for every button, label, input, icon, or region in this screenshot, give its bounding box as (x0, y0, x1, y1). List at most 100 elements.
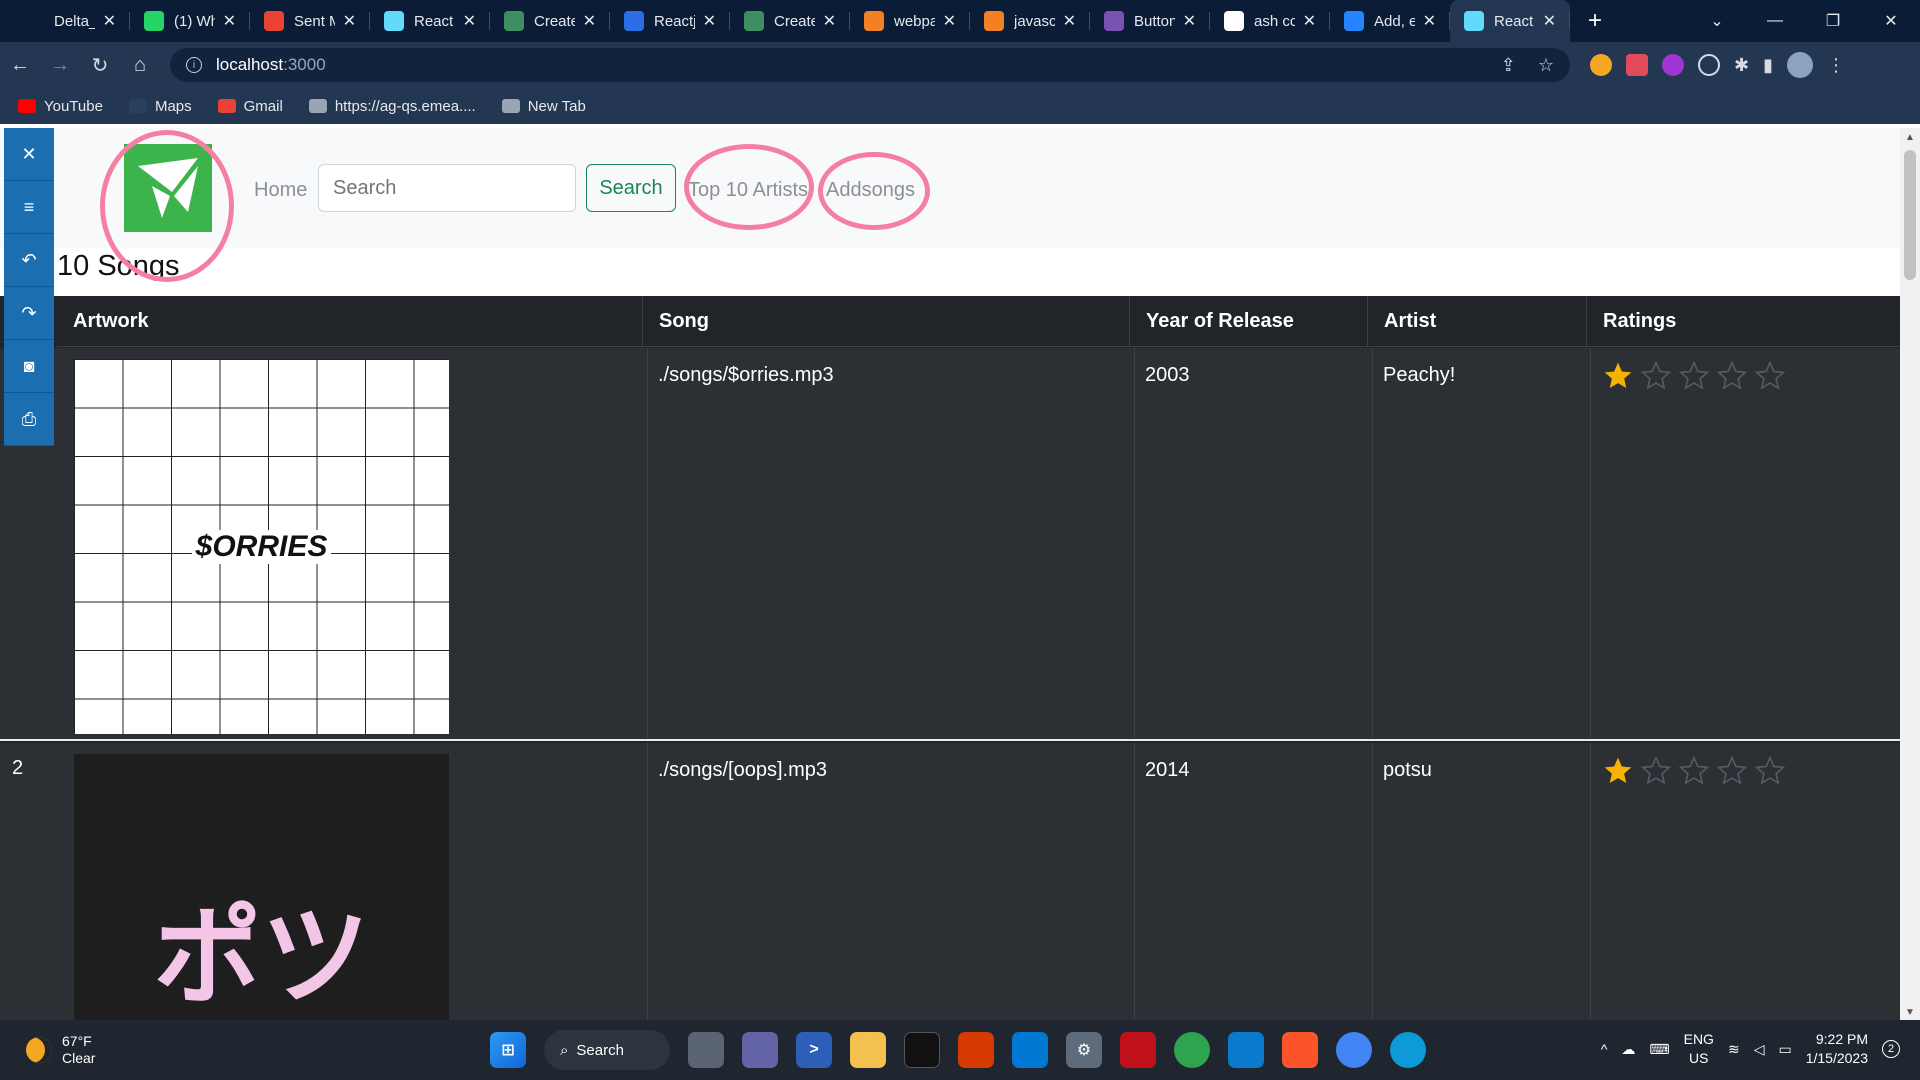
edge-icon[interactable] (1390, 1032, 1426, 1068)
browser-tab[interactable]: Reactj ✕ (610, 0, 730, 42)
close-icon[interactable]: ✕ (1862, 11, 1920, 31)
scrollbar-thumb[interactable] (1904, 150, 1916, 280)
star-empty-icon[interactable] (1754, 755, 1786, 787)
browser-tab[interactable]: React ✕ (1450, 0, 1570, 42)
search-input[interactable] (318, 164, 576, 212)
tab-close-icon[interactable]: ✕ (703, 11, 716, 31)
star-empty-icon[interactable] (1678, 755, 1710, 787)
volume-icon[interactable]: ◁ (1754, 1041, 1765, 1058)
search-button[interactable]: Search (586, 164, 676, 212)
keyboard-icon[interactable]: ⌨ (1649, 1041, 1669, 1058)
extension-icon[interactable] (1590, 54, 1612, 76)
nav-top-artists-link[interactable]: Top 10 Artists (688, 179, 808, 202)
tab-close-icon[interactable]: ✕ (583, 11, 596, 31)
page-scrollbar[interactable]: ▲ ▼ (1900, 128, 1920, 1020)
browser-tab[interactable]: React ✕ (370, 0, 490, 42)
scroll-down-arrow-icon[interactable]: ▼ (1900, 1007, 1920, 1018)
store-icon[interactable] (1012, 1032, 1048, 1068)
office-icon[interactable] (958, 1032, 994, 1068)
star-empty-icon[interactable] (1640, 360, 1672, 392)
close-icon[interactable]: ✕ (4, 128, 54, 181)
tab-close-icon[interactable]: ✕ (943, 11, 956, 31)
home-icon[interactable]: ⌂ (120, 54, 160, 77)
terminal-icon[interactable] (904, 1032, 940, 1068)
star-empty-icon[interactable] (1678, 360, 1710, 392)
chatgpt-icon[interactable] (1174, 1032, 1210, 1068)
scroll-up-arrow-icon[interactable]: ▲ (1900, 132, 1920, 143)
tab-close-icon[interactable]: ✕ (1543, 11, 1556, 31)
star-empty-icon[interactable] (1716, 755, 1748, 787)
mcafee-icon[interactable] (1120, 1032, 1156, 1068)
settings-icon[interactable]: ⚙ (1066, 1032, 1102, 1068)
sliders-icon[interactable]: ≡ (4, 181, 54, 234)
tab-close-icon[interactable]: ✕ (103, 11, 116, 31)
star-empty-icon[interactable] (1716, 360, 1748, 392)
tab-close-icon[interactable]: ✕ (223, 11, 236, 31)
wifi-icon[interactable]: ≋ (1728, 1041, 1740, 1058)
address-bar[interactable]: i localhost:3000 ⇪ ☆ (170, 48, 1570, 82)
rating-stars[interactable] (1602, 755, 1786, 787)
notification-badge[interactable]: 2 (1882, 1040, 1900, 1058)
extension-icon[interactable] (1626, 54, 1648, 76)
browser-tab[interactable]: Create ✕ (730, 0, 850, 42)
browser-tab[interactable]: Sent M ✕ (250, 0, 370, 42)
browser-tab[interactable]: webpa ✕ (850, 0, 970, 42)
side-panel-icon[interactable]: ▮ (1763, 55, 1773, 76)
reload-button[interactable]: ↻ (80, 53, 120, 78)
windows-start-icon[interactable]: ⊞ (490, 1032, 526, 1068)
bookmark-item[interactable]: https://ag-qs.emea.... (308, 98, 476, 115)
tab-close-icon[interactable]: ✕ (1183, 11, 1196, 31)
tab-close-icon[interactable]: ✕ (1423, 11, 1436, 31)
tab-close-icon[interactable]: ✕ (1303, 11, 1316, 31)
bookmark-item[interactable]: Gmail (217, 98, 283, 115)
clock[interactable]: 9:22 PM 1/15/2023 (1806, 1030, 1868, 1068)
forward-button[interactable]: → (40, 54, 80, 77)
chevron-up-icon[interactable]: ^ (1601, 1041, 1608, 1057)
brave-icon[interactable] (1282, 1032, 1318, 1068)
taskbar-search[interactable]: ⌕ Search (544, 1030, 670, 1070)
cloud-icon[interactable]: ☁ (1621, 1041, 1635, 1058)
star-empty-icon[interactable] (1754, 360, 1786, 392)
browser-tab[interactable]: Button ✕ (1090, 0, 1210, 42)
tab-close-icon[interactable]: ✕ (463, 11, 476, 31)
nav-addsongs-link[interactable]: Addsongs (826, 179, 915, 202)
extension-icon[interactable] (1698, 54, 1720, 76)
bookmark-item[interactable]: New Tab (501, 98, 586, 115)
teams-icon[interactable] (742, 1032, 778, 1068)
tab-close-icon[interactable]: ✕ (1063, 11, 1076, 31)
weather-widget[interactable]: 67°F Clear (26, 1033, 95, 1067)
task-view-icon[interactable] (688, 1032, 724, 1068)
site-info-icon[interactable]: i (186, 57, 202, 73)
share-icon[interactable]: ⇪ (1501, 55, 1516, 76)
tab-close-icon[interactable]: ✕ (823, 11, 836, 31)
nav-home-link[interactable]: Home (254, 179, 307, 202)
battery-icon[interactable]: ▭ (1778, 1041, 1791, 1058)
puzzle-icon[interactable]: ✱ (1734, 55, 1749, 76)
file-explorer-icon[interactable] (850, 1032, 886, 1068)
rating-stars[interactable] (1602, 360, 1786, 392)
browser-tab[interactable]: Create ✕ (490, 0, 610, 42)
camera-icon[interactable]: ◙ (4, 340, 54, 393)
browser-tab[interactable]: ash cc ✕ (1210, 0, 1330, 42)
bookmark-item[interactable]: Maps (128, 98, 192, 115)
print-icon[interactable]: ⎙ (4, 393, 54, 446)
browser-tab[interactable]: Delta_ ✕ (10, 0, 130, 42)
app-logo[interactable] (124, 144, 212, 232)
menu-kebab-icon[interactable]: ⋮ (1827, 55, 1845, 76)
tab-search-icon[interactable]: ⌄ (1688, 11, 1746, 31)
profile-avatar[interactable] (1787, 52, 1813, 78)
chrome-icon[interactable] (1336, 1032, 1372, 1068)
browser-tab[interactable]: Add, e ✕ (1330, 0, 1450, 42)
powershell-icon[interactable]: > (796, 1032, 832, 1068)
new-tab-button[interactable]: + (1588, 7, 1602, 35)
redo-icon[interactable]: ↷ (4, 287, 54, 340)
vscode-icon[interactable] (1228, 1032, 1264, 1068)
bookmark-item[interactable]: YouTube (18, 98, 103, 115)
minimize-icon[interactable]: — (1746, 12, 1804, 30)
star-filled-icon[interactable] (1602, 360, 1634, 392)
star-filled-icon[interactable] (1602, 755, 1634, 787)
extension-icon[interactable] (1662, 54, 1684, 76)
restore-icon[interactable]: ❐ (1804, 11, 1862, 31)
bookmark-star-icon[interactable]: ☆ (1538, 55, 1554, 76)
browser-tab[interactable]: javasc ✕ (970, 0, 1090, 42)
